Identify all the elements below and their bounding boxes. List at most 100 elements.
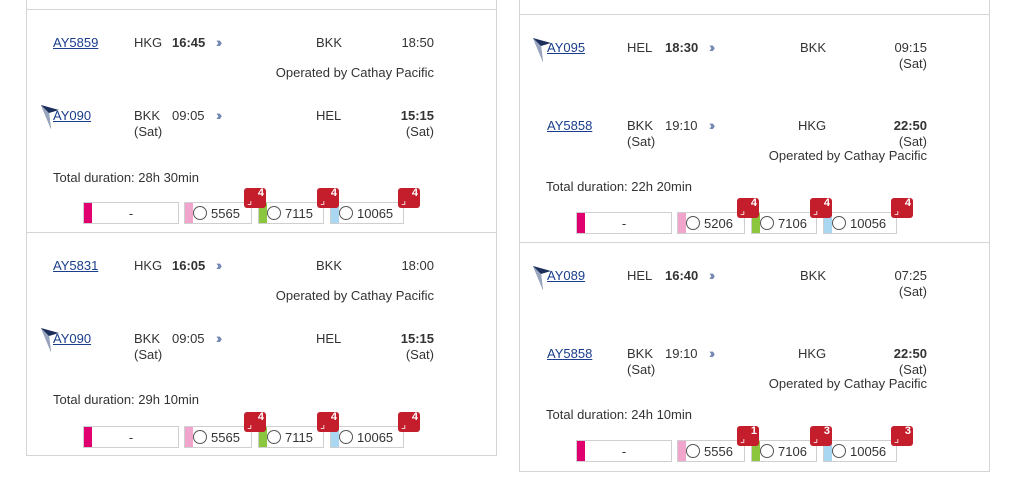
- fare-price: 7106: [778, 216, 807, 231]
- seats-left-badge: ⌟ 3: [891, 425, 913, 446]
- flight-number-link[interactable]: AY090: [53, 108, 91, 123]
- arrival-time: 22:50: [893, 346, 927, 361]
- seats-left-badge: ⌟ 1: [737, 425, 759, 446]
- seat-icon: ⌟: [894, 205, 900, 217]
- flight-number-link[interactable]: AY5831: [53, 258, 98, 273]
- fare-price: 5565: [211, 430, 240, 445]
- fare-option[interactable]: 10056: [823, 212, 897, 234]
- fare-radio[interactable]: [193, 206, 207, 220]
- departure-time: 19:10: [665, 346, 698, 361]
- arrival-airport: BKK: [316, 258, 343, 273]
- departure-time: 16:40: [665, 268, 699, 283]
- fare-radio[interactable]: [832, 444, 846, 458]
- total-duration: Total duration: 28h 30min: [53, 170, 199, 185]
- fare-color-stripe: [185, 203, 193, 223]
- fare-option[interactable]: 7106: [751, 212, 817, 234]
- seat-icon: ⌟: [813, 433, 819, 445]
- fare-color-stripe: [678, 441, 686, 461]
- fare-radio[interactable]: [686, 216, 700, 230]
- seats-left-badge: ⌟ 4: [398, 187, 420, 208]
- fare-option-business: -: [83, 202, 179, 224]
- fare-option[interactable]: 7115: [258, 202, 324, 224]
- operated-by-text: Operated by Cathay Pacific: [275, 288, 434, 303]
- flight-number-link[interactable]: AY5858: [547, 346, 592, 361]
- arrival-time: 18:50: [401, 35, 434, 50]
- seats-left-badge: ⌟ 4: [810, 197, 832, 218]
- seat-icon: ⌟: [320, 419, 326, 431]
- departure-airport: HEL: [627, 268, 653, 283]
- flight-number-link[interactable]: AY089: [547, 268, 585, 283]
- departure-airport: HEL: [627, 40, 653, 55]
- fare-radio[interactable]: [832, 216, 846, 230]
- seats-left-badge: ⌟ 4: [398, 411, 420, 432]
- seat-icon: ⌟: [894, 433, 900, 445]
- arrival-date: (Sat): [405, 124, 434, 139]
- arrival-time: 22:50: [893, 118, 927, 133]
- arrival-date: (Sat): [898, 362, 927, 377]
- flight-number-link[interactable]: AY090: [53, 331, 91, 346]
- seats-left-badge: ⌟ 4: [317, 187, 339, 208]
- fare-price: 10065: [357, 206, 394, 221]
- fare-radio[interactable]: [267, 206, 281, 220]
- seats-left-badge: ⌟ 4: [317, 411, 339, 432]
- total-duration: Total duration: 22h 20min: [546, 179, 692, 194]
- fare-option[interactable]: 10065: [330, 426, 404, 448]
- fare-radio[interactable]: [339, 206, 353, 220]
- return-segment: AY5858 BKK (Sat) 19:10 ›› HKG 22:50 (Sat…: [520, 117, 989, 178]
- fare-radio[interactable]: [686, 444, 700, 458]
- flight-number-link[interactable]: AY095: [547, 40, 585, 55]
- fare-price: 5565: [211, 206, 240, 221]
- fare-option[interactable]: 5565: [184, 202, 252, 224]
- chevron-right-icon: ››: [216, 257, 223, 273]
- fare-option[interactable]: 7115: [258, 426, 324, 448]
- chevron-right-icon: ››: [709, 117, 716, 133]
- fare-radio[interactable]: [760, 216, 774, 230]
- seat-icon: ⌟: [401, 195, 407, 207]
- fare-price: 5556: [704, 444, 733, 459]
- right-results-column: AY095 HEL 18:30 ›› BKK 09:15 (Sat) AY585…: [519, 0, 990, 472]
- fare-price: 10056: [850, 216, 887, 231]
- fare-radio[interactable]: [760, 444, 774, 458]
- seats-left-badge: ⌟ 3: [810, 425, 832, 446]
- fare-option[interactable]: 5556: [677, 440, 745, 462]
- outbound-segment: AY5859 HKG 16:45 ›› BKK 18:50 Operated b…: [27, 34, 496, 95]
- departure-date: (Sat): [627, 134, 656, 149]
- operated-by-text: Operated by Cathay Pacific: [768, 148, 927, 163]
- itinerary-card: AY089 HEL 16:40 ›› BKK 07:25 (Sat) AY585…: [520, 242, 989, 471]
- fare-radio[interactable]: [267, 430, 281, 444]
- departure-airport: HKG: [134, 35, 163, 50]
- arrival-time: 09:15: [894, 40, 927, 55]
- return-segment: AY5858 BKK (Sat) 19:10 ›› HKG 22:50 (Sat…: [520, 345, 989, 406]
- fare-option[interactable]: 5206: [677, 212, 745, 234]
- departure-airport: BKK: [134, 108, 161, 123]
- fare-radio[interactable]: [339, 430, 353, 444]
- fare-option[interactable]: 10056: [823, 440, 897, 462]
- seat-icon: ⌟: [401, 419, 407, 431]
- departure-time: 16:45: [172, 35, 206, 50]
- arrival-date: (Sat): [898, 134, 927, 149]
- fare-radio[interactable]: [193, 430, 207, 444]
- chevron-right-icon: ››: [709, 267, 716, 283]
- itinerary-card: AY5859 HKG 16:45 ›› BKK 18:50 Operated b…: [27, 9, 496, 232]
- fare-option[interactable]: 10065: [330, 202, 404, 224]
- fare-price: 7115: [285, 206, 313, 221]
- chevron-right-icon: ››: [216, 330, 223, 346]
- departure-airport: BKK: [627, 346, 654, 361]
- flight-number-link[interactable]: AY5858: [547, 118, 592, 133]
- fare-option-business: -: [83, 426, 179, 448]
- fare-option[interactable]: 7106: [751, 440, 817, 462]
- chevron-right-icon: ››: [709, 345, 716, 361]
- departure-airport: BKK: [134, 331, 161, 346]
- fare-price: 7115: [285, 430, 313, 445]
- seats-left-badge: ⌟ 4: [244, 411, 266, 432]
- total-duration: Total duration: 29h 10min: [53, 392, 199, 407]
- departure-time: 19:10: [665, 118, 698, 133]
- outbound-segment: AY5831 HKG 16:05 ›› BKK 18:00 Operated b…: [27, 257, 496, 318]
- arrival-date: (Sat): [898, 56, 927, 71]
- fare-price: 10065: [357, 430, 394, 445]
- arrival-date: (Sat): [898, 284, 927, 299]
- fare-option-business: -: [576, 212, 672, 234]
- fare-option[interactable]: 5565: [184, 426, 252, 448]
- flight-number-link[interactable]: AY5859: [53, 35, 98, 50]
- departure-date: (Sat): [134, 347, 163, 362]
